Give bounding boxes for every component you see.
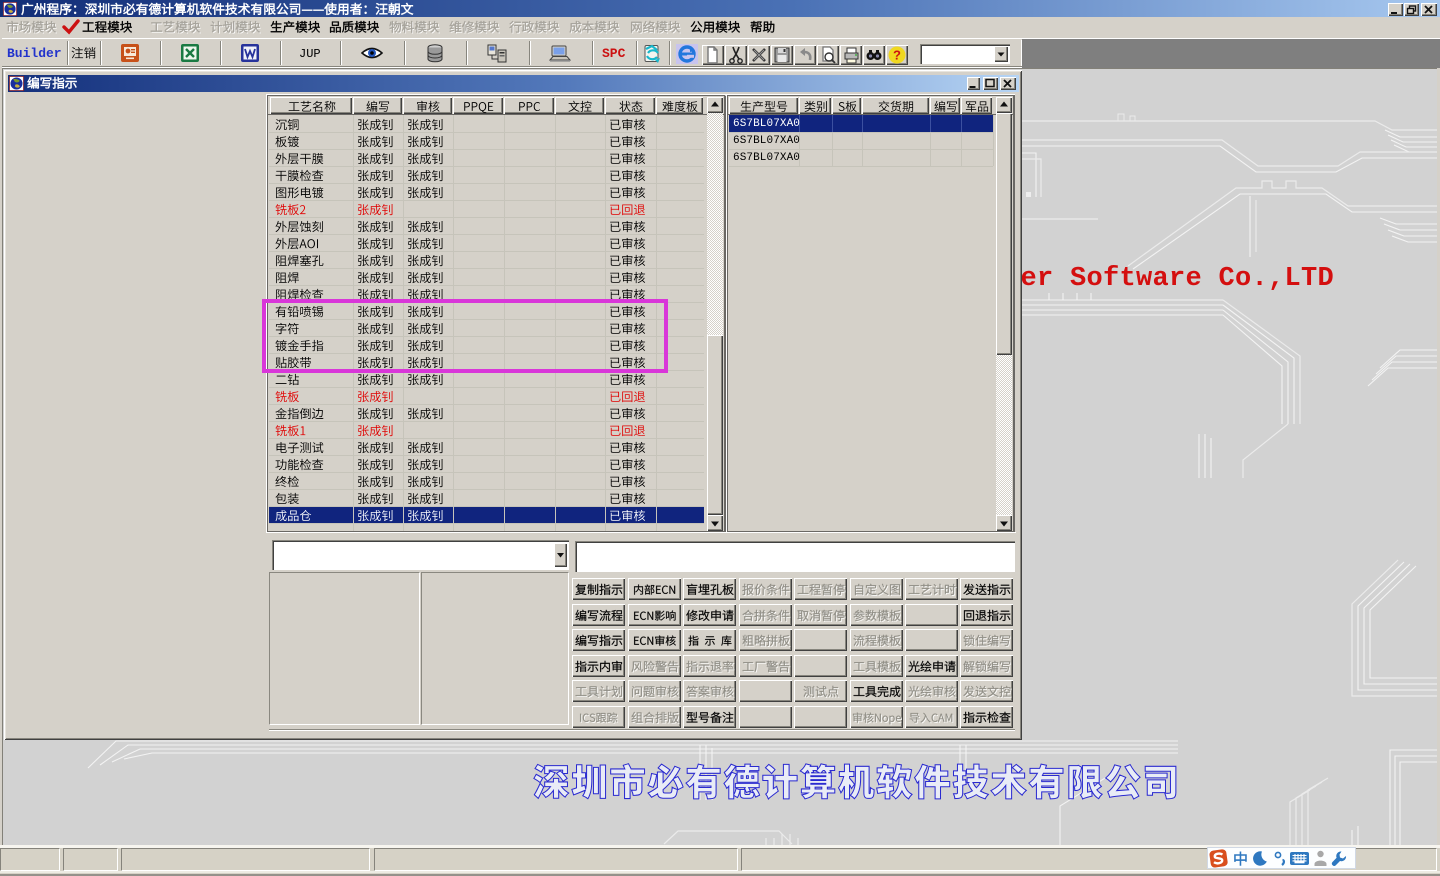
svg-text:?: ? bbox=[893, 48, 901, 63]
